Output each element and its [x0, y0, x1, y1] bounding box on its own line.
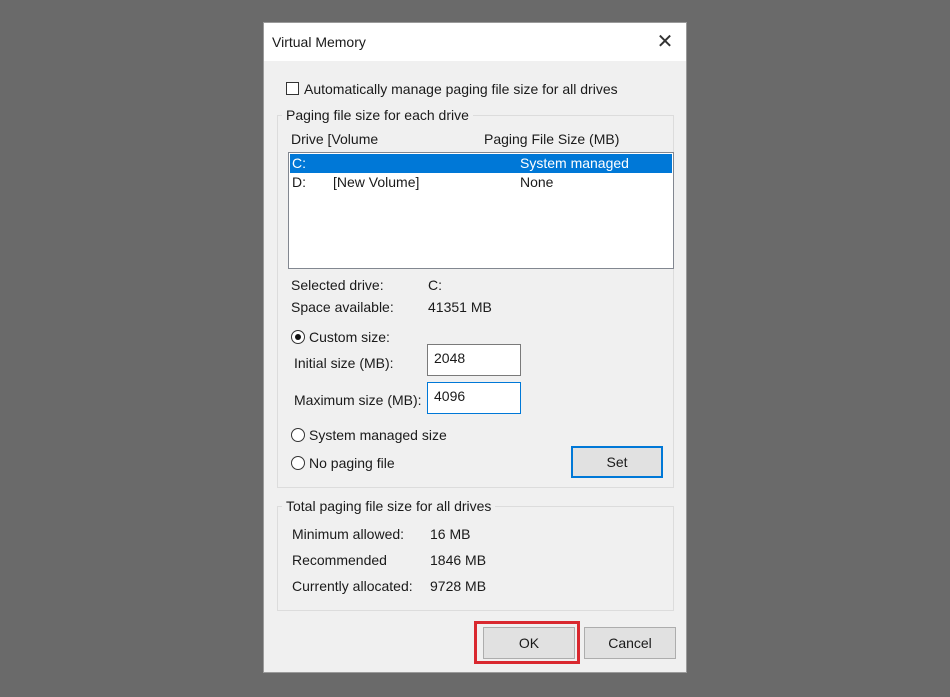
currently-allocated-value: 9728 MB	[430, 578, 487, 594]
recommended-label: Recommended	[292, 552, 387, 568]
selected-drive-value: C:	[428, 277, 442, 293]
drive-letter: D:	[292, 174, 306, 190]
currently-allocated-label: Currently allocated:	[292, 578, 413, 594]
set-button[interactable]: Set	[571, 446, 663, 478]
title-bar: Virtual Memory ✕	[264, 23, 686, 61]
custom-size-label[interactable]: Custom size:	[309, 329, 390, 345]
close-icon[interactable]: ✕	[654, 31, 676, 53]
initial-size-input[interactable]: 2048	[427, 344, 521, 376]
system-managed-radio[interactable]	[291, 428, 305, 442]
minimum-allowed-value: 16 MB	[430, 526, 471, 542]
system-managed-label[interactable]: System managed size	[309, 427, 447, 443]
dialog-title: Virtual Memory	[272, 34, 366, 50]
column-header-drive: Drive [Volume	[291, 131, 379, 147]
total-paging-group-label: Total paging file size for all drives	[282, 498, 496, 514]
auto-manage-checkbox[interactable]	[286, 82, 299, 95]
no-paging-file-label[interactable]: No paging file	[309, 455, 395, 471]
drive-letter: C:	[292, 155, 306, 171]
cancel-button[interactable]: Cancel	[584, 627, 676, 659]
drive-row-d[interactable]: D: [New Volume] None	[290, 173, 672, 192]
drive-paging-size: System managed	[520, 155, 629, 171]
space-available-label: Space available:	[291, 299, 394, 315]
maximum-size-label: Maximum size (MB):	[294, 392, 422, 408]
no-paging-file-radio[interactable]	[291, 456, 305, 470]
auto-manage-label[interactable]: Automatically manage paging file size fo…	[304, 81, 618, 97]
column-header-size: Paging File Size (MB)	[484, 131, 620, 147]
maximum-size-input[interactable]: 4096	[427, 382, 521, 414]
virtual-memory-dialog: Virtual Memory ✕ Automatically manage pa…	[263, 22, 687, 673]
space-available-value: 41351 MB	[428, 299, 492, 315]
minimum-allowed-label: Minimum allowed:	[292, 526, 405, 542]
ok-button-highlight	[474, 621, 580, 664]
drive-paging-size: None	[520, 174, 554, 190]
drive-row-c[interactable]: C: System managed	[290, 154, 672, 173]
drive-listbox[interactable]: C: System managed D: [New Volume] None	[288, 152, 674, 269]
recommended-value: 1846 MB	[430, 552, 487, 568]
selected-drive-label: Selected drive:	[291, 277, 384, 293]
initial-size-label: Initial size (MB):	[294, 355, 394, 371]
paging-file-group-label: Paging file size for each drive	[282, 107, 473, 123]
drive-volume: [New Volume]	[333, 174, 420, 190]
custom-size-radio[interactable]	[291, 330, 305, 344]
